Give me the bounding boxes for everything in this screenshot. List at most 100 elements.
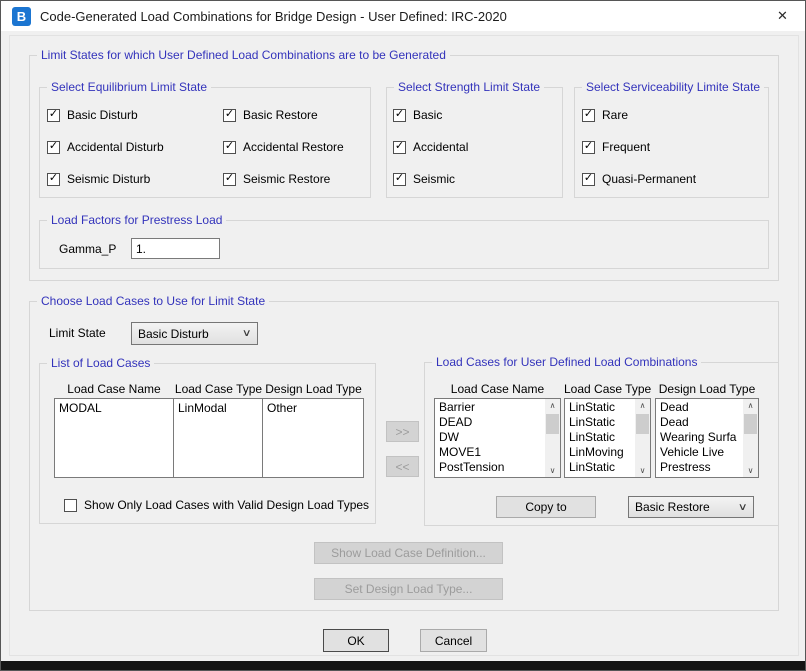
scroll-down-icon[interactable]: ∨	[635, 464, 650, 477]
check-icon: ✓	[584, 141, 593, 152]
checkbox-row-seismic-restore: ✓ Seismic Restore	[223, 172, 330, 186]
list-item[interactable]: Dead	[656, 400, 743, 415]
list-item[interactable]: Wearing Surfa	[656, 430, 743, 445]
scroll-up-icon[interactable]: ∧	[743, 399, 758, 412]
checkbox-label: Accidental Disturb	[67, 140, 164, 154]
available-type-column: LinModal	[174, 399, 263, 477]
scrollbar-track[interactable]	[545, 412, 560, 464]
checkbox-basic-restore[interactable]: ✓	[223, 109, 236, 122]
checkbox-show-only-valid[interactable]: ✓	[64, 499, 77, 512]
scroll-down-icon[interactable]: ∨	[743, 464, 758, 477]
list-item[interactable]: DW	[435, 430, 545, 445]
checkbox-row-accidental-disturb: ✓ Accidental Disturb	[47, 140, 164, 154]
checkbox-label: Quasi-Permanent	[602, 172, 696, 186]
checkbox-basic-disturb[interactable]: ✓	[47, 109, 60, 122]
scroll-up-icon[interactable]: ∧	[635, 399, 650, 412]
add-cases-button[interactable]: >>	[386, 421, 419, 442]
check-icon: ✓	[584, 109, 593, 120]
checkbox-label: Basic Disturb	[67, 108, 138, 122]
checkbox-seismic-disturb[interactable]: ✓	[47, 173, 60, 186]
cancel-button[interactable]: Cancel	[420, 629, 487, 652]
checkbox-quasi-permanent[interactable]: ✓	[582, 173, 595, 186]
list-item[interactable]: Other	[263, 400, 363, 416]
check-icon: ✓	[225, 173, 234, 184]
checkbox-label: Rare	[602, 108, 628, 122]
scroll-down-icon[interactable]: ∨	[545, 464, 560, 477]
scrollbar[interactable]: ∧ ∨	[545, 399, 560, 477]
selected-design-types-listbox[interactable]: Dead Dead Wearing Surfa Vehicle Live Pre…	[655, 398, 759, 478]
list-item[interactable]: Vehicle Live	[656, 445, 743, 460]
chevron-down-icon: ∨	[241, 328, 251, 339]
close-icon[interactable]: ✕	[760, 1, 805, 31]
remove-cases-button[interactable]: <<	[386, 456, 419, 477]
show-load-case-definition-button[interactable]: Show Load Case Definition...	[314, 542, 503, 564]
list-item[interactable]: Dead	[656, 415, 743, 430]
list-item[interactable]: PostTension	[435, 460, 545, 475]
copy-target-dropdown[interactable]: Basic Restore ∨	[628, 496, 754, 518]
available-load-cases-list[interactable]: MODAL LinModal Other	[54, 398, 364, 478]
check-icon: ✓	[395, 141, 404, 152]
scrollbar-track[interactable]	[743, 412, 758, 464]
checkbox-row-accidental: ✓ Accidental	[393, 140, 468, 154]
checkbox-row-basic-disturb: ✓ Basic Disturb	[47, 108, 138, 122]
list-item[interactable]: LinModal	[174, 400, 262, 416]
list-item[interactable]: MOVE1	[435, 445, 545, 460]
copy-to-button[interactable]: Copy to	[496, 496, 596, 518]
checkbox-seismic[interactable]: ✓	[393, 173, 406, 186]
list-item[interactable]: DEAD	[435, 415, 545, 430]
checkbox-accidental[interactable]: ✓	[393, 141, 406, 154]
filter-checkbox-label: Show Only Load Cases with Valid Design L…	[84, 498, 369, 512]
window-title: Code-Generated Load Combinations for Bri…	[40, 9, 507, 24]
checkbox-accidental-restore[interactable]: ✓	[223, 141, 236, 154]
list-item[interactable]: Barrier	[435, 400, 545, 415]
check-icon: ✓	[225, 141, 234, 152]
list-item[interactable]: LinStatic	[565, 460, 635, 475]
scrollbar-track[interactable]	[635, 412, 650, 464]
available-design-column: Other	[263, 399, 363, 477]
dialog-window: B Code-Generated Load Combinations for B…	[0, 0, 806, 671]
checkbox-accidental-disturb[interactable]: ✓	[47, 141, 60, 154]
check-icon: ✓	[395, 173, 404, 184]
strength-group-title: Select Strength Limit State	[394, 80, 544, 94]
list-item[interactable]: LinStatic	[565, 415, 635, 430]
ok-button[interactable]: OK	[323, 629, 389, 652]
app-icon: B	[12, 7, 31, 26]
scrollbar-thumb[interactable]	[546, 414, 559, 434]
checkbox-row-rare: ✓ Rare	[582, 108, 628, 122]
list-item[interactable]: MODAL	[55, 400, 173, 416]
checkbox-seismic-restore[interactable]: ✓	[223, 173, 236, 186]
list-item[interactable]: LinStatic	[565, 400, 635, 415]
selected-types-listbox[interactable]: LinStatic LinStatic LinStatic LinMoving …	[564, 398, 651, 478]
limit-state-dropdown[interactable]: Basic Disturb ∨	[131, 322, 258, 345]
copy-target-dropdown-value: Basic Restore	[635, 500, 710, 514]
checkbox-row-frequent: ✓ Frequent	[582, 140, 650, 154]
scrollbar[interactable]: ∧ ∨	[743, 399, 758, 477]
checkbox-row-seismic-disturb: ✓ Seismic Disturb	[47, 172, 150, 186]
set-design-load-type-button[interactable]: Set Design Load Type...	[314, 578, 503, 600]
equilibrium-group-title: Select Equilibrium Limit State	[47, 80, 211, 94]
prestress-group-title: Load Factors for Prestress Load	[47, 213, 226, 227]
scrollbar-thumb[interactable]	[744, 414, 757, 434]
checkbox-label: Seismic Disturb	[67, 172, 150, 186]
limit-state-label: Limit State	[49, 326, 106, 340]
list-item[interactable]: LinMoving	[565, 445, 635, 460]
checkbox-row-seismic: ✓ Seismic	[393, 172, 455, 186]
column-header-design-load-type: Design Load Type	[263, 382, 364, 396]
check-icon: ✓	[49, 141, 58, 152]
checkbox-label: Frequent	[602, 140, 650, 154]
scrollbar[interactable]: ∧ ∨	[635, 399, 650, 477]
list-item[interactable]: LinStatic	[565, 430, 635, 445]
gamma-p-field[interactable]	[131, 238, 220, 259]
chevron-down-icon: ∨	[737, 502, 747, 513]
checkbox-rare[interactable]: ✓	[582, 109, 595, 122]
checkbox-row-basic-restore: ✓ Basic Restore	[223, 108, 318, 122]
selected-names-listbox[interactable]: Barrier DEAD DW MOVE1 PostTension ∧ ∨	[434, 398, 561, 478]
checkbox-label: Seismic Restore	[243, 172, 330, 186]
checkbox-frequent[interactable]: ✓	[582, 141, 595, 154]
scroll-up-icon[interactable]: ∧	[545, 399, 560, 412]
scrollbar-thumb[interactable]	[636, 414, 649, 434]
list-item[interactable]: Prestress	[656, 460, 743, 475]
gamma-p-label: Gamma_P	[59, 242, 116, 256]
checkbox-basic[interactable]: ✓	[393, 109, 406, 122]
selected-names-items: Barrier DEAD DW MOVE1 PostTension	[435, 399, 545, 477]
